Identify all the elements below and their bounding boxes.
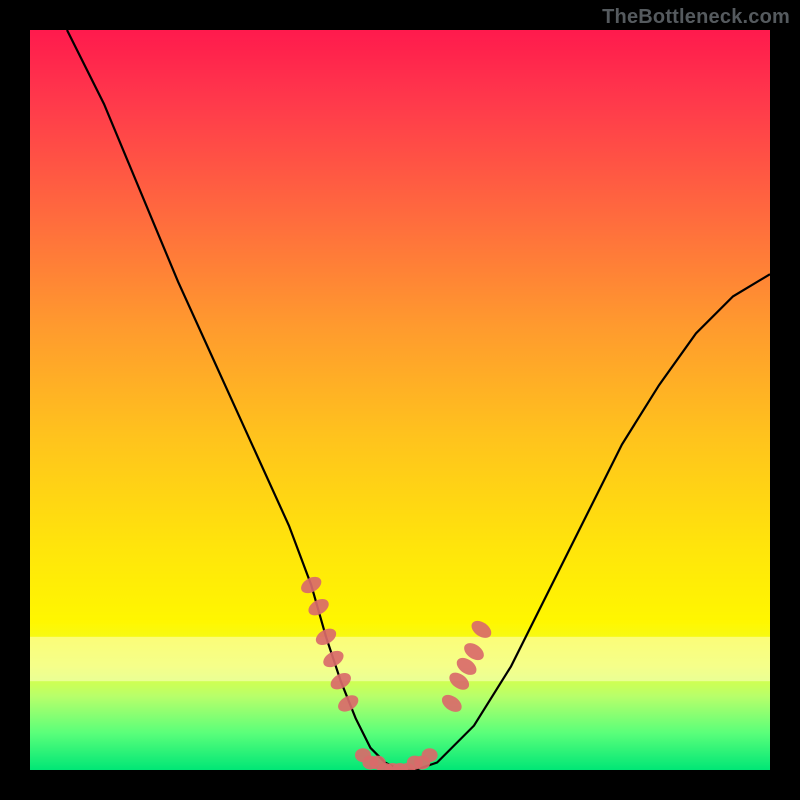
chart-svg (30, 30, 770, 770)
marker-cluster-bottom (355, 748, 438, 770)
watermark-text: TheBottleneck.com (602, 6, 790, 29)
marker-dot (298, 573, 324, 596)
pale-band (30, 637, 770, 681)
marker-dot (422, 748, 438, 762)
chart-frame: TheBottleneck.com (0, 0, 800, 800)
plot-area (30, 30, 770, 770)
marker-dot (306, 596, 332, 619)
marker-dot (439, 691, 465, 715)
marker-dot (335, 692, 361, 715)
